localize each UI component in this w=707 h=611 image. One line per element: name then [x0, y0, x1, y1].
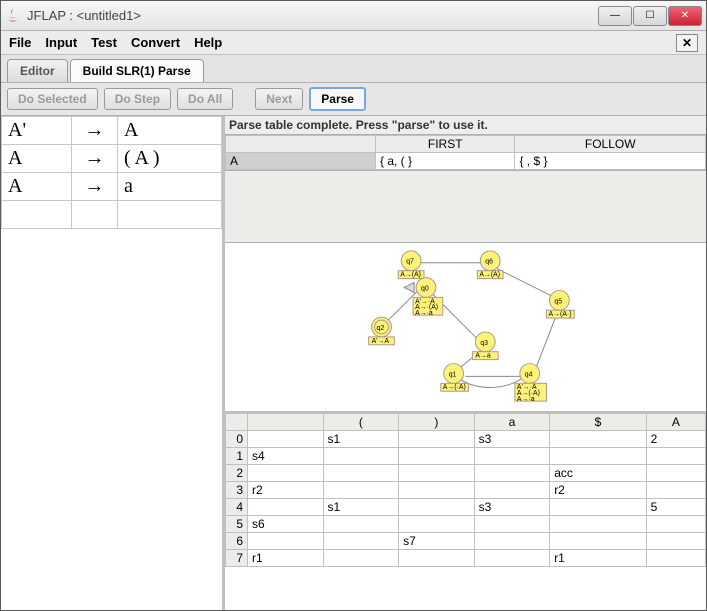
menubar: File Input Test Convert Help ✕: [1, 31, 706, 55]
svg-text:q2: q2: [377, 325, 385, 332]
internal-close-button[interactable]: ✕: [676, 34, 698, 52]
svg-text:q5: q5: [554, 298, 562, 305]
svg-text:A→(A): A→(A): [479, 272, 500, 279]
arrow-icon: →: [72, 117, 118, 145]
arrow-icon: →: [72, 145, 118, 173]
dfa-graph[interactable]: q7 A→(A) q6 A→(A) q0 A'→·AA→·(A)A→·a q2: [225, 243, 706, 413]
right-panel: Parse table complete. Press "parse" to u…: [224, 116, 706, 610]
parse-table-row[interactable]: 5 s6: [226, 516, 706, 533]
titlebar: JFLAP : <untitled1> — ☐ ✕: [1, 1, 706, 31]
ff-spacer: [225, 171, 706, 243]
ff-nonterminal: A: [226, 153, 376, 170]
grammar-rhs: A: [118, 117, 222, 145]
parse-table-row[interactable]: 4 s1 s3 5: [226, 499, 706, 516]
svg-text:A→(·A): A→(·A): [443, 384, 466, 391]
minimize-button[interactable]: —: [598, 6, 632, 26]
svg-text:A→(A): A→(A): [400, 272, 421, 279]
pt-header-col: (: [323, 414, 399, 431]
parse-table-row[interactable]: 0 s1 s3 2: [226, 431, 706, 448]
grammar-panel: A' → A A → ( A ) A → a: [1, 116, 224, 610]
parse-table-row[interactable]: 2 acc: [226, 465, 706, 482]
grammar-rhs: ( A ): [118, 145, 222, 173]
java-icon: [5, 8, 21, 24]
maximize-button[interactable]: ☐: [633, 6, 667, 26]
pt-header-col: [248, 414, 324, 431]
app-window: JFLAP : <untitled1> — ☐ ✕ File Input Tes…: [0, 0, 707, 611]
grammar-table: A' → A A → ( A ) A → a: [1, 116, 222, 229]
svg-text:A→(A·): A→(A·): [549, 311, 572, 318]
window-title: JFLAP : <untitled1>: [27, 8, 598, 23]
ff-first: { a, ( }: [376, 153, 515, 170]
svg-text:A→·a: A→·a: [517, 396, 535, 403]
grammar-row[interactable]: [2, 201, 222, 229]
grammar-lhs: A': [2, 117, 72, 145]
grammar-lhs: [2, 201, 72, 229]
grammar-lhs: A: [2, 173, 72, 201]
close-button[interactable]: ✕: [668, 6, 702, 26]
svg-text:q1: q1: [449, 371, 457, 378]
parse-table-row[interactable]: 7 r1 r1: [226, 550, 706, 567]
grammar-row[interactable]: A' → A: [2, 117, 222, 145]
svg-text:q4: q4: [525, 371, 533, 378]
tab-build-slr[interactable]: Build SLR(1) Parse: [70, 59, 204, 82]
ff-header-blank: [226, 136, 376, 153]
tab-strip: Editor Build SLR(1) Parse: [1, 55, 706, 83]
next-button[interactable]: Next: [255, 88, 303, 110]
svg-text:A→a: A→a: [475, 353, 491, 360]
tab-editor[interactable]: Editor: [7, 59, 68, 82]
grammar-row[interactable]: A → ( A ): [2, 145, 222, 173]
grammar-rhs: [118, 201, 222, 229]
menu-help[interactable]: Help: [194, 35, 222, 50]
pt-header-col: A: [646, 414, 705, 431]
parse-table: ( ) a $ A 0 s1 s3 2: [225, 413, 706, 610]
do-selected-button[interactable]: Do Selected: [7, 88, 98, 110]
parse-table-row[interactable]: 3 r2 r2: [226, 482, 706, 499]
menu-file[interactable]: File: [9, 35, 31, 50]
content-area: A' → A A → ( A ) A → a: [1, 116, 706, 610]
ff-header-follow: FOLLOW: [515, 136, 706, 153]
arrow-icon: [72, 201, 118, 229]
svg-text:q3: q3: [480, 340, 488, 347]
toolbar: Do Selected Do Step Do All Next Parse: [1, 83, 706, 116]
menu-convert[interactable]: Convert: [131, 35, 180, 50]
ff-header-first: FIRST: [376, 136, 515, 153]
menu-test[interactable]: Test: [91, 35, 117, 50]
arrow-icon: →: [72, 173, 118, 201]
parse-button[interactable]: Parse: [309, 87, 366, 111]
svg-text:q0: q0: [421, 285, 429, 292]
parse-table-row[interactable]: 6 s7: [226, 533, 706, 550]
pt-header-col: $: [550, 414, 646, 431]
first-follow-table: FIRST FOLLOW A { a, ( } { , $ }: [225, 135, 706, 171]
grammar-lhs: A: [2, 145, 72, 173]
pt-header-col: a: [474, 414, 550, 431]
svg-text:A'→A: A'→A: [372, 338, 390, 345]
grammar-row[interactable]: A → a: [2, 173, 222, 201]
ff-row[interactable]: A { a, ( } { , $ }: [226, 153, 706, 170]
menu-input[interactable]: Input: [45, 35, 77, 50]
status-bar: Parse table complete. Press "parse" to u…: [225, 116, 706, 135]
do-step-button[interactable]: Do Step: [104, 88, 171, 110]
parse-table-header: ( ) a $ A: [226, 414, 706, 431]
parse-table-row[interactable]: 1 s4: [226, 448, 706, 465]
svg-text:q7: q7: [406, 259, 414, 266]
pt-header-col: ): [399, 414, 475, 431]
do-all-button[interactable]: Do All: [177, 88, 233, 110]
svg-text:q6: q6: [485, 259, 493, 266]
svg-text:A→·a: A→·a: [415, 310, 433, 317]
window-controls: — ☐ ✕: [598, 6, 702, 26]
grammar-rhs: a: [118, 173, 222, 201]
ff-follow: { , $ }: [515, 153, 706, 170]
pt-header-state: [226, 414, 248, 431]
